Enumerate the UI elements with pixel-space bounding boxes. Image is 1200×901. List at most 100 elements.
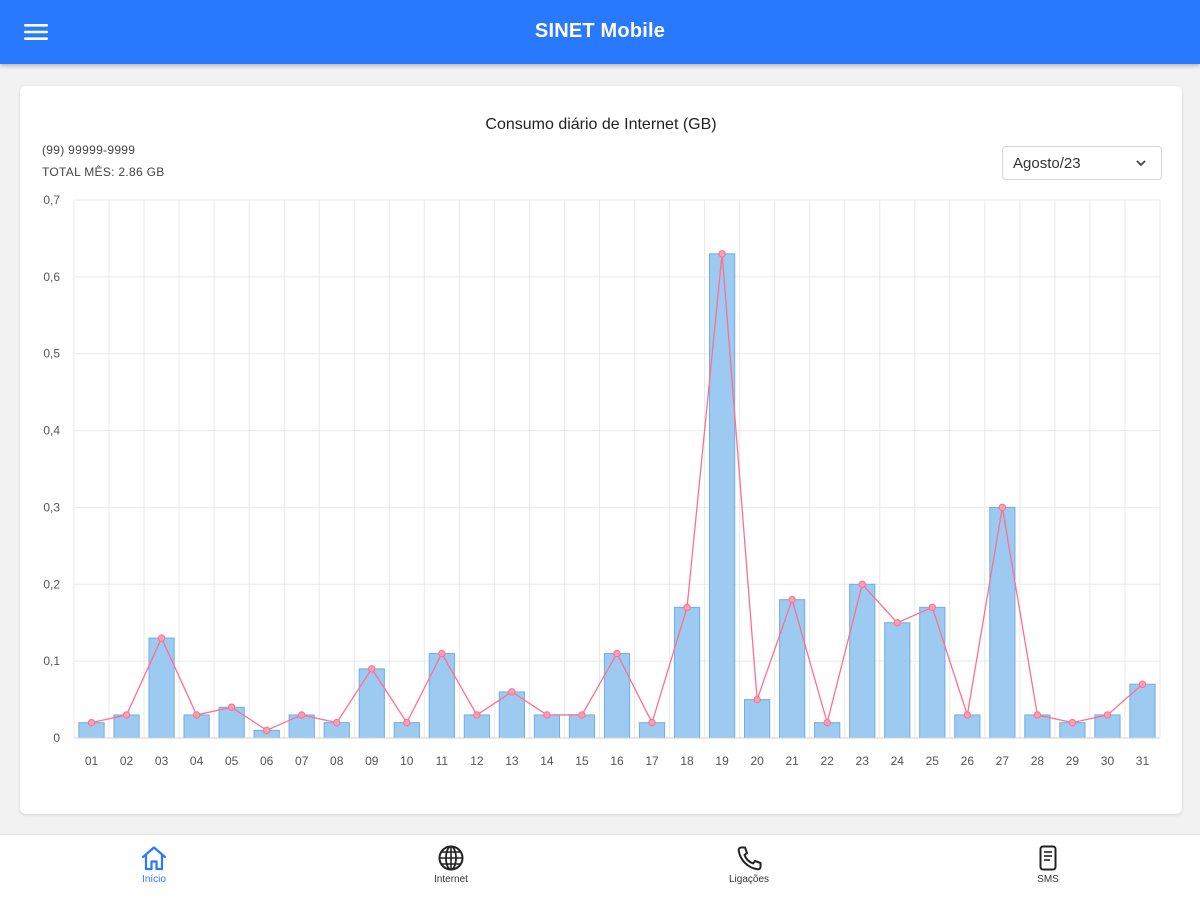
x-tick-label: 28 — [1031, 754, 1045, 768]
x-tick-label: 13 — [505, 754, 519, 768]
x-tick-label: 15 — [575, 754, 589, 768]
line-point-27 — [998, 503, 1007, 512]
x-tick-label: 09 — [365, 754, 379, 768]
x-tick-label: 11 — [436, 754, 449, 768]
line-point-13 — [508, 688, 516, 696]
line-point-23 — [858, 580, 866, 588]
bar-23 — [849, 583, 876, 739]
line-point-08 — [333, 718, 341, 727]
x-tick-label: 31 — [1136, 754, 1150, 768]
bar-09 — [358, 668, 385, 739]
bar-11 — [428, 652, 455, 739]
x-tick-label: 30 — [1101, 754, 1115, 768]
app-bar: SINET Mobile — [0, 0, 1200, 64]
line-point-11 — [438, 649, 446, 658]
line-point-14 — [543, 711, 551, 719]
x-tick-label: 07 — [295, 754, 309, 768]
y-tick-label: 0,2 — [43, 577, 60, 591]
line-point-31 — [1138, 680, 1147, 688]
line-point-07 — [298, 711, 306, 719]
line-point-29 — [1068, 718, 1077, 727]
line-point-03 — [157, 634, 166, 642]
line-point-25 — [928, 603, 936, 612]
y-tick-label: 0,5 — [43, 347, 60, 361]
x-tick-label: 16 — [610, 754, 624, 768]
nav-sms-label: SMS — [1037, 874, 1059, 885]
x-tick-label: 01 — [85, 754, 99, 768]
x-tick-label: 06 — [260, 754, 274, 768]
bar-16 — [603, 652, 631, 739]
nav-inicio-label: Início — [142, 874, 166, 885]
line-point-06 — [262, 726, 271, 735]
y-tick-label: 0 — [53, 731, 60, 745]
x-tick-label: 10 — [400, 754, 414, 768]
bar-19 — [708, 253, 736, 739]
x-tick-label: 17 — [645, 754, 659, 768]
line-point-12 — [473, 711, 481, 719]
app-title: SINET Mobile — [534, 20, 666, 42]
bar-18 — [673, 606, 701, 739]
line-point-28 — [1033, 711, 1042, 719]
x-tick-label: 03 — [155, 754, 169, 768]
x-tick-label: 14 — [540, 754, 554, 768]
line-point-20 — [753, 695, 761, 704]
line-point-17 — [648, 718, 656, 727]
bar-21 — [779, 599, 806, 739]
line-point-26 — [963, 711, 972, 719]
phone-icon — [737, 846, 762, 871]
line-point-16 — [613, 649, 621, 658]
x-tick-label: 08 — [330, 754, 344, 768]
line-point-19 — [718, 250, 726, 258]
line-point-05 — [227, 703, 236, 711]
line-point-01 — [87, 718, 96, 727]
line-point-15 — [578, 711, 586, 719]
x-tick-label: 26 — [961, 754, 975, 768]
line-point-22 — [823, 718, 831, 727]
line-point-04 — [192, 711, 201, 719]
daily-consumption-chart: 0 0,1 0,2 0,3 0,4 0,5 0,6 0,7 01 02 03 04 05 06 07 08 09… — [43, 193, 1161, 768]
line-point-24 — [893, 619, 901, 627]
y-tick-label: 0,3 — [43, 500, 60, 514]
x-tick-label: 29 — [1066, 754, 1080, 768]
line-point-10 — [403, 718, 411, 727]
y-tick-label: 0,1 — [43, 654, 60, 668]
y-tick-label: 0,6 — [43, 270, 60, 284]
bar-24 — [884, 622, 911, 739]
x-tick-label: 04 — [190, 754, 204, 768]
line-point-30 — [1103, 711, 1112, 719]
line-point-21 — [788, 595, 796, 604]
bar-25 — [919, 606, 946, 739]
nav-internet[interactable]: Internet — [401, 845, 501, 897]
home-icon — [141, 846, 167, 871]
line-point-18 — [683, 603, 691, 612]
x-tick-label: 24 — [891, 754, 905, 768]
x-tick-label: 12 — [470, 754, 484, 768]
bar-05 — [218, 706, 245, 739]
line-point-09 — [368, 665, 376, 673]
nav-ligacoes-label: Ligações — [728, 874, 770, 885]
bar-20 — [744, 699, 771, 739]
bar-27 — [989, 506, 1016, 739]
x-tick-label: 02 — [120, 754, 134, 768]
x-tick-label: 18 — [680, 754, 694, 768]
x-tick-label: 19 — [715, 754, 729, 768]
sms-icon — [1039, 845, 1057, 871]
x-tick-label: 23 — [856, 754, 870, 768]
nav-inicio[interactable]: Início — [104, 845, 204, 897]
x-tick-label: 21 — [785, 754, 799, 768]
y-tick-label: 0,4 — [43, 424, 60, 438]
y-tick-label: 0,7 — [43, 193, 60, 207]
globe-icon — [438, 845, 464, 871]
x-tick-label: 05 — [225, 754, 239, 768]
bar-13 — [498, 691, 526, 739]
nav-ligacoes[interactable]: Ligações — [699, 845, 799, 897]
consumption-card: Consumo diário de Internet (GB) (99) 999… — [20, 86, 1182, 814]
line-point-02 — [122, 711, 131, 719]
x-tick-label: 27 — [996, 754, 1010, 768]
bottom-navigation: Início Internet Ligações SMS — [0, 834, 1200, 901]
nav-sms[interactable]: SMS — [998, 845, 1098, 897]
nav-internet-label: Internet — [434, 874, 468, 885]
bar-03 — [148, 637, 175, 739]
x-tick-label: 22 — [821, 754, 835, 768]
x-tick-label: 25 — [926, 754, 940, 768]
